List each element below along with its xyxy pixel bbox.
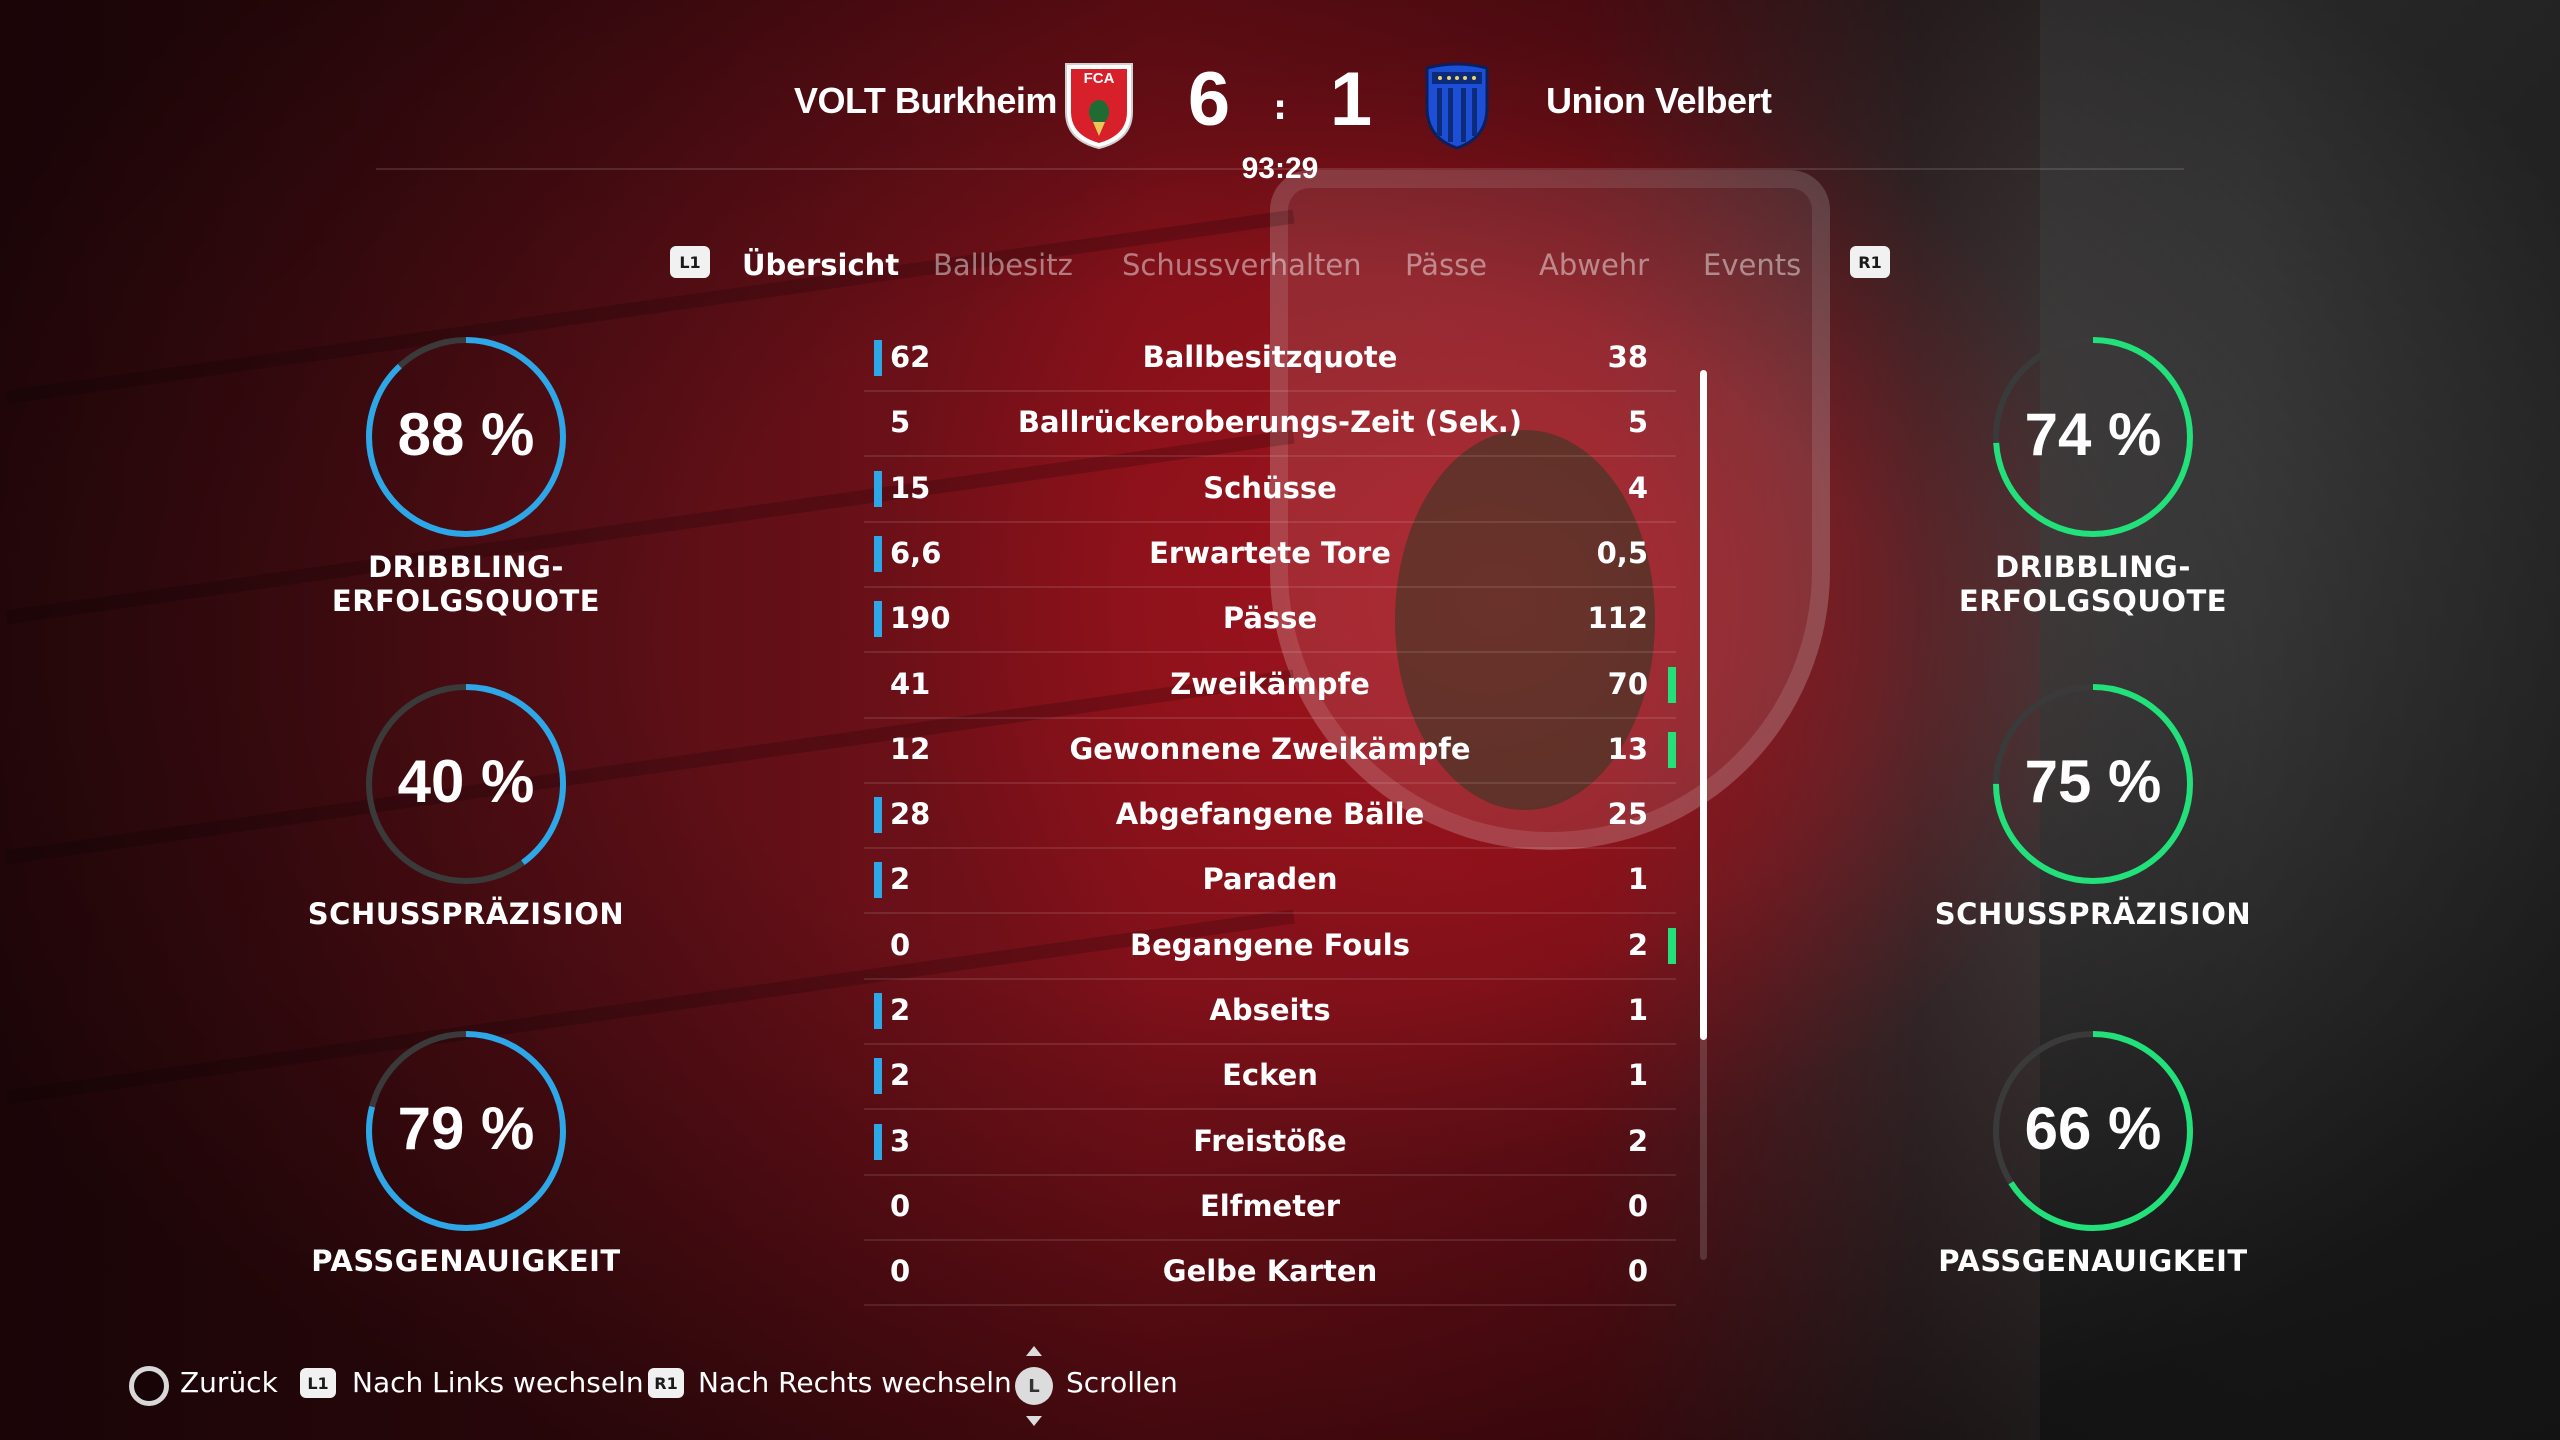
stat-away-value: 5 bbox=[1627, 405, 1648, 440]
tab-schussverhalten[interactable]: Schussverhalten bbox=[1122, 248, 1362, 282]
stat-row[interactable]: 0 Gelbe Karten 0 bbox=[864, 1242, 1676, 1307]
stat-away-value: 25 bbox=[1607, 797, 1648, 832]
stat-away-value: 2 bbox=[1627, 927, 1648, 962]
stat-name: Abseits bbox=[1209, 993, 1331, 1027]
away-team-name: Union Velbert bbox=[1546, 80, 1772, 121]
stat-away-value: 1 bbox=[1627, 862, 1648, 897]
home-team-name: VOLT Burkheim bbox=[794, 80, 1057, 121]
hint-switch-left[interactable]: Nach Links wechseln bbox=[352, 1366, 644, 1399]
stat-away-value: 1 bbox=[1627, 993, 1648, 1027]
stat-name: Ecken bbox=[1222, 1058, 1318, 1093]
stat-name: Paraden bbox=[1202, 862, 1338, 897]
away-gauge-value: 66 % bbox=[2024, 1095, 2162, 1162]
stat-name: Ballrückeroberungs-Zeit (Sek.) bbox=[1017, 405, 1523, 440]
stat-away-value: 4 bbox=[1627, 470, 1648, 505]
circle-button-icon[interactable] bbox=[129, 1366, 169, 1406]
stats-scrollbar-thumb[interactable] bbox=[1700, 370, 1707, 1040]
l1-hint-icon: L1 bbox=[300, 1368, 336, 1398]
stat-row[interactable]: 0 Elfmeter 0 bbox=[864, 1177, 1676, 1241]
r1-button-icon[interactable]: R1 bbox=[1850, 246, 1890, 278]
stat-row[interactable]: 62 Ballbesitzquote 38 bbox=[864, 328, 1676, 392]
home-score: 6 bbox=[1187, 57, 1231, 142]
score-separator: : bbox=[1273, 88, 1287, 128]
home-gauge-value: 40 % bbox=[397, 748, 535, 815]
stat-row[interactable]: 190 Pässe 112 bbox=[864, 589, 1676, 654]
stat-name: Pässe bbox=[1222, 601, 1318, 636]
stat-row[interactable]: 41 Zweikämpfe 70 bbox=[864, 655, 1676, 719]
stat-row[interactable]: 2 Paraden 1 bbox=[864, 850, 1676, 915]
stat-row[interactable]: 2 Ecken 1 bbox=[864, 1046, 1676, 1111]
stat-row[interactable]: 12 Gewonnene Zweikämpfe 13 bbox=[864, 720, 1676, 784]
hint-back[interactable]: Zurück bbox=[180, 1366, 278, 1399]
hint-switch-right[interactable]: Nach Rechts wechseln bbox=[698, 1366, 1012, 1399]
stat-name: Abgefangene Bälle bbox=[1115, 797, 1425, 832]
tab-uebersicht[interactable]: Übersicht bbox=[742, 248, 899, 282]
tab-ballbesitz[interactable]: Ballbesitz bbox=[933, 248, 1073, 282]
stat-away-value: 0,5 bbox=[1596, 535, 1648, 570]
home-gauge-label: SCHUSSPRÄZISION bbox=[307, 897, 625, 931]
r1-hint-icon: R1 bbox=[648, 1368, 684, 1398]
home-gauge-value: 79 % bbox=[397, 1095, 535, 1162]
away-gauge-label: DRIBBLING-ERFOLGSQUOTE bbox=[1958, 550, 2228, 618]
stat-name: Begangene Fouls bbox=[1130, 927, 1410, 962]
stat-name: Zweikämpfe bbox=[1170, 666, 1370, 701]
stat-row[interactable]: 15 Schüsse 4 bbox=[864, 459, 1676, 523]
stat-row[interactable]: 2 Abseits 1 bbox=[864, 981, 1676, 1045]
stat-away-value: 0 bbox=[1627, 1254, 1648, 1289]
home-crest-icon: FCA bbox=[1064, 62, 1134, 150]
away-gauge-label: PASSGENAUIGKEIT bbox=[1938, 1244, 2248, 1278]
stat-away-value: 38 bbox=[1607, 340, 1648, 374]
stat-name: Gewonnene Zweikämpfe bbox=[1069, 731, 1471, 766]
stat-name: Erwartete Tore bbox=[1149, 535, 1391, 570]
stat-name: Ballbesitzquote bbox=[1142, 340, 1398, 374]
hint-scroll[interactable]: Scrollen bbox=[1066, 1366, 1178, 1399]
home-crest-text: FCA bbox=[1084, 70, 1115, 87]
away-gauge-value: 74 % bbox=[2024, 401, 2162, 468]
away-score: 1 bbox=[1329, 57, 1373, 142]
away-crest-icon bbox=[1424, 62, 1490, 150]
stat-away-value: 2 bbox=[1627, 1123, 1648, 1158]
away-gauge-value: 75 % bbox=[2024, 748, 2162, 815]
away-gauge-label: SCHUSSPRÄZISION bbox=[1934, 897, 2252, 931]
stat-name: Freistöße bbox=[1193, 1123, 1347, 1158]
stat-away-value: 13 bbox=[1607, 731, 1648, 766]
stat-away-value: 70 bbox=[1607, 666, 1648, 701]
stat-row[interactable]: 6,6 Erwartete Tore 0,5 bbox=[864, 524, 1676, 588]
tab-events[interactable]: Events bbox=[1703, 248, 1801, 282]
stat-row[interactable]: 0 Begangene Fouls 2 bbox=[864, 916, 1676, 980]
home-gauge-label: PASSGENAUIGKEIT bbox=[311, 1244, 621, 1278]
l1-button-icon[interactable]: L1 bbox=[670, 246, 710, 278]
stat-row[interactable]: 5 Ballrückeroberungs-Zeit (Sek.) 5 bbox=[864, 393, 1676, 458]
stat-away-value: 1 bbox=[1627, 1058, 1648, 1093]
stat-name: Schüsse bbox=[1203, 470, 1337, 505]
stat-row[interactable]: 3 Freistöße 2 bbox=[864, 1112, 1676, 1176]
stat-name: Elfmeter bbox=[1199, 1188, 1341, 1223]
home-gauge-value: 88 % bbox=[397, 401, 535, 468]
tab-abwehr[interactable]: Abwehr bbox=[1539, 248, 1649, 282]
stat-name: Gelbe Karten bbox=[1162, 1254, 1378, 1289]
match-clock: 93:29 bbox=[1241, 152, 1319, 185]
home-gauge-label: DRIBBLING-ERFOLGSQUOTE bbox=[331, 550, 601, 618]
stat-away-value: 112 bbox=[1587, 601, 1648, 636]
stat-away-value: 0 bbox=[1627, 1188, 1648, 1223]
stat-row[interactable]: 28 Abgefangene Bälle 25 bbox=[864, 785, 1676, 850]
tab-paesse[interactable]: Pässe bbox=[1405, 248, 1487, 282]
left-stick-label: L bbox=[1028, 1375, 1040, 1397]
